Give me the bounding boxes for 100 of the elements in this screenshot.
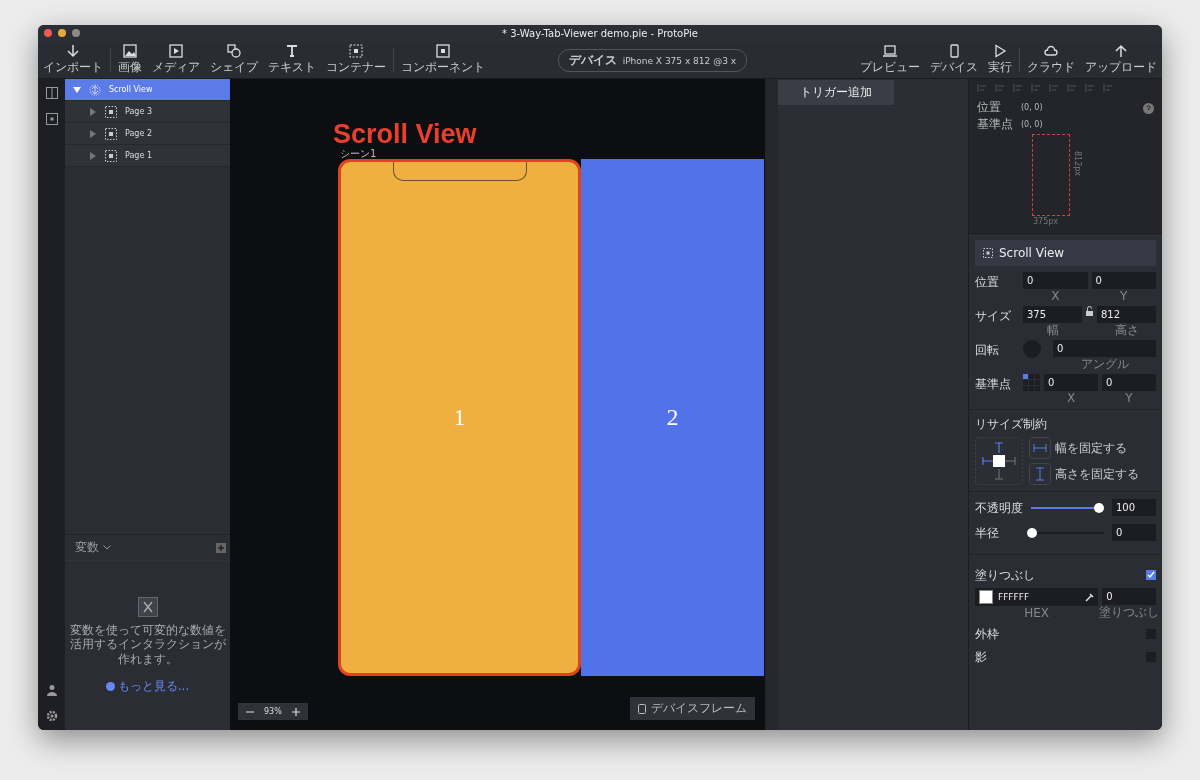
info-label: 位置 [977, 99, 1002, 116]
unlocked-icon[interactable] [1086, 306, 1093, 316]
section-title: リサイズ制約 [975, 416, 1047, 431]
toolbar-button[interactable]: アップロード [1082, 44, 1160, 76]
color-swatch[interactable] [979, 590, 993, 604]
slider-thumb[interactable] [1027, 527, 1037, 538]
layer-item[interactable]: Scroll View [65, 79, 230, 101]
expanded-triangle-icon[interactable] [73, 85, 81, 94]
slider-thumb[interactable] [1094, 502, 1104, 513]
help-icon[interactable] [1143, 103, 1154, 114]
toolbar-button[interactable]: コンポーネント [398, 44, 488, 76]
info-label: 基準点 [977, 116, 1014, 133]
constraint-label: 高さを固定する [1055, 465, 1139, 483]
learn-more-link[interactable]: もっと見る... [117, 678, 190, 696]
play-box-icon [169, 44, 183, 58]
field-caption: Y [1125, 391, 1133, 405]
layer-item[interactable]: Page 1 [65, 145, 230, 167]
constraint-label: 幅を固定する [1055, 439, 1127, 457]
zoom-level: 93% [264, 707, 282, 716]
device-selector[interactable]: デバイス iPhone X 375 x 812 @3 x [557, 48, 748, 72]
number-field[interactable]: 0 [1044, 374, 1098, 391]
container-layer-icon [105, 149, 117, 162]
preview-height: 812px [1073, 151, 1082, 177]
toolbar-button[interactable]: インポート [40, 44, 106, 76]
plus-icon[interactable] [291, 707, 300, 716]
collapsed-triangle-icon[interactable] [89, 151, 97, 160]
toolbar-button[interactable]: コンテナー [323, 44, 389, 76]
variable-x-icon [137, 597, 158, 617]
property-label: 塗りつぶし [975, 567, 1035, 584]
toolbar-button[interactable]: 画像 [115, 44, 145, 76]
slider[interactable] [1031, 502, 1104, 513]
layer-name: Scroll View [109, 85, 153, 94]
slider[interactable] [1027, 527, 1104, 538]
phone-icon [638, 703, 646, 714]
toolbar-button[interactable]: クラウド [1024, 44, 1078, 76]
number-field[interactable]: 0 [1102, 374, 1156, 391]
layer-name: Page 1 [125, 151, 152, 160]
fixed-width-icon[interactable] [1029, 437, 1051, 459]
field-caption: X [1051, 289, 1060, 303]
panel-layout-icon[interactable] [45, 87, 58, 99]
layer-item[interactable]: Page 2 [65, 123, 230, 145]
chevron-down-icon[interactable] [103, 545, 111, 550]
info-value: (0, 0) [1021, 103, 1044, 112]
add-icon[interactable] [216, 542, 226, 553]
page-number: 1 [453, 404, 466, 431]
phone-icon [947, 44, 961, 58]
eyedropper-icon[interactable] [1085, 592, 1095, 602]
property-label: 位置 [975, 274, 1000, 291]
cloud-icon [1044, 44, 1058, 58]
container-layer-icon [105, 127, 117, 140]
help-icon[interactable] [105, 682, 115, 692]
property-label: サイズ [975, 308, 1012, 325]
number-field[interactable]: 375 [1023, 306, 1082, 323]
variables-title[interactable]: 変数 [75, 539, 99, 556]
toolbar-button[interactable]: シェイプ [207, 44, 261, 76]
property-label: 回転 [975, 342, 1000, 359]
anchor-grid-icon[interactable] [1023, 374, 1040, 391]
toolbar-button[interactable]: 実行 [985, 44, 1015, 76]
field-caption: 幅 [1046, 323, 1059, 337]
number-field[interactable]: 812 [1097, 306, 1156, 323]
user-icon[interactable] [45, 684, 58, 696]
toolbar-button[interactable]: メディア [149, 44, 203, 76]
property-label: 基準点 [975, 376, 1012, 393]
toolbar-button[interactable]: テキスト [265, 44, 319, 76]
number-field[interactable]: 100 [1112, 499, 1156, 516]
scene-label: シーン1 [340, 149, 377, 159]
toolbar-button[interactable]: デバイス [927, 44, 981, 76]
variables-empty-text: 活用するインタラクションが [69, 637, 226, 652]
toolbar-button[interactable]: プレビュー [857, 44, 923, 76]
component-icon[interactable] [45, 113, 58, 125]
image-icon [123, 44, 137, 58]
scroll-layer-icon [89, 83, 101, 96]
collapsed-triangle-icon[interactable] [89, 129, 97, 138]
field-caption: Y [1120, 289, 1128, 303]
info-value: (0, 0) [1021, 120, 1044, 129]
device-frame-button[interactable]: デバイスフレーム [630, 697, 755, 720]
layer-name: Scroll View [999, 246, 1065, 260]
constraint-widget[interactable] [975, 437, 1023, 485]
layer-name: Page 2 [125, 129, 152, 138]
number-field[interactable]: 0 [1091, 272, 1156, 289]
minimize-button[interactable] [58, 29, 66, 37]
number-field[interactable]: 0 [1023, 272, 1088, 289]
variables-empty-text: 作れます。 [117, 651, 178, 667]
collapsed-triangle-icon[interactable] [89, 107, 97, 116]
checkbox[interactable] [1146, 569, 1156, 580]
add-trigger-tab[interactable]: トリガー追加 [778, 80, 894, 105]
number-field[interactable]: 0 [1053, 340, 1156, 357]
text-t-icon [285, 44, 299, 58]
number-field[interactable]: 0 [1112, 524, 1156, 541]
laptop-icon [883, 44, 897, 58]
zoom-button[interactable] [72, 29, 80, 37]
number-field[interactable]: 0 [1102, 588, 1156, 605]
layer-item[interactable]: Page 3 [65, 101, 230, 123]
close-button[interactable] [44, 29, 52, 37]
component-icon [436, 44, 450, 58]
color-field[interactable]: FFFFFF [975, 588, 1099, 606]
settings-icon[interactable] [45, 710, 58, 722]
fixed-height-icon[interactable] [1029, 463, 1051, 485]
field-caption: アングル [1080, 357, 1129, 371]
container-layer-icon [105, 105, 117, 118]
